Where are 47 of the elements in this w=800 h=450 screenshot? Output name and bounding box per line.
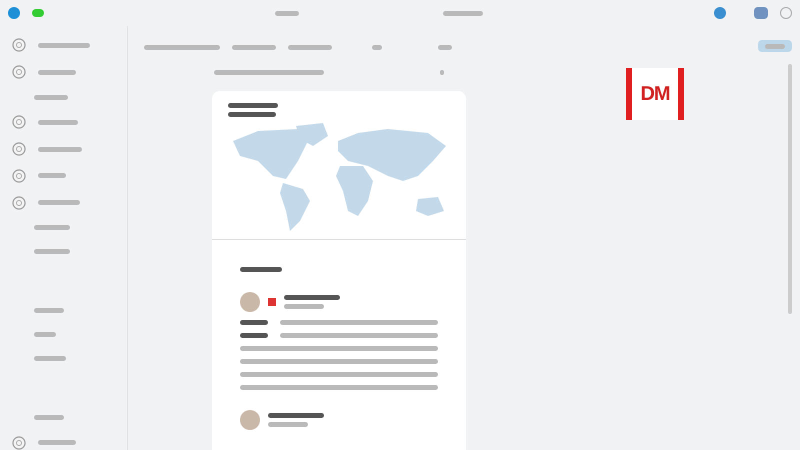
blurred-text (232, 45, 276, 50)
blurred-text (765, 44, 785, 48)
blurred-text (240, 320, 268, 325)
blurred-text (228, 112, 276, 117)
blurred-text (34, 415, 64, 420)
blurred-text (228, 103, 278, 108)
circle-icon[interactable] (12, 142, 26, 156)
app-icon[interactable] (32, 9, 44, 17)
circle-icon[interactable] (12, 65, 26, 80)
blurred-text (38, 70, 76, 75)
blurred-text (240, 267, 282, 272)
blurred-text (284, 304, 324, 309)
window-icon[interactable] (754, 7, 768, 19)
blurred-text (275, 10, 299, 16)
app-icon[interactable] (8, 7, 20, 19)
circle-icon[interactable] (12, 168, 26, 183)
flag-icon (268, 298, 276, 306)
blurred-text (288, 45, 332, 50)
action-button[interactable] (758, 40, 792, 52)
blurred-text (268, 422, 308, 427)
blurred-text (372, 45, 382, 50)
blurred-text (38, 200, 80, 206)
avatar (240, 292, 260, 312)
blurred-text (34, 249, 70, 254)
blurred-text (440, 70, 444, 75)
blurred-text (38, 173, 66, 178)
blurred-text (34, 332, 56, 337)
blurred-text (240, 333, 268, 338)
blurred-text (438, 45, 452, 50)
blurred-text (284, 295, 340, 300)
blurred-text (34, 356, 66, 361)
blurred-text (38, 120, 78, 125)
scrollbar[interactable] (788, 64, 792, 314)
blurred-text (38, 440, 76, 446)
circle-icon[interactable] (12, 196, 26, 210)
blurred-text (38, 146, 82, 152)
blurred-text (268, 413, 324, 418)
blurred-text (443, 10, 483, 16)
blurred-text (34, 94, 68, 100)
circle-icon[interactable] (12, 115, 26, 130)
circle-icon[interactable] (12, 436, 26, 450)
logo: DM (626, 68, 684, 120)
blurred-text (34, 308, 64, 314)
blurred-text (38, 42, 90, 48)
blurred-text (34, 225, 70, 230)
avatar (240, 410, 260, 430)
circle-icon[interactable] (12, 38, 26, 52)
